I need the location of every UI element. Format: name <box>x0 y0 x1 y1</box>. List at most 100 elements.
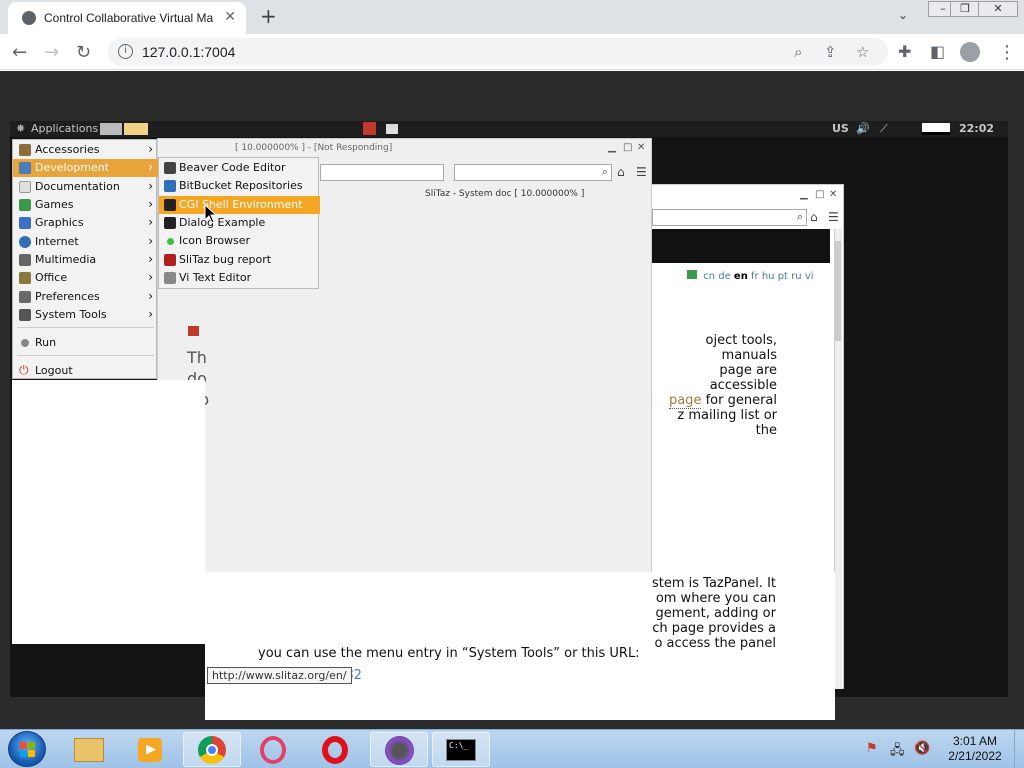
bookmarks-icon[interactable]: ☰ <box>828 210 839 224</box>
volume-muted-icon[interactable]: 🔇 <box>914 741 930 756</box>
submenu-item-icon-browser[interactable]: Icon Browser <box>159 232 320 250</box>
submenu-item-beaver[interactable]: Beaver Code Editor <box>159 159 320 177</box>
chrome-menu-icon[interactable]: ⋮ <box>998 42 1016 63</box>
volume-icon[interactable]: 🔊 <box>856 122 870 135</box>
folder-icon <box>74 738 104 762</box>
scrollbar-thumb[interactable] <box>835 241 841 341</box>
tazpanel-icon[interactable] <box>363 122 376 135</box>
menu-item-run[interactable]: Run <box>13 334 158 352</box>
home-icon[interactable]: ⌂ <box>810 210 818 224</box>
window-list-icon[interactable] <box>386 124 398 134</box>
share-icon[interactable]: ⇪ <box>824 43 837 61</box>
profile-avatar[interactable] <box>960 42 980 62</box>
lang-pt[interactable]: pt <box>778 271 788 282</box>
workspace-1[interactable] <box>100 123 122 135</box>
menu-item-preferences[interactable]: Preferences › <box>13 288 158 306</box>
search-icon[interactable]: ⌕ <box>602 165 608 179</box>
development-icon <box>19 162 31 174</box>
taskbar-chrome[interactable] <box>183 732 241 767</box>
vnc-viewer-icon <box>385 736 414 765</box>
minimize-icon[interactable]: ▁ <box>800 189 808 200</box>
submenu-item-bitbucket[interactable]: BitBucket Repositories <box>159 177 320 195</box>
taskbar-opera-gx[interactable] <box>246 732 304 767</box>
maximize-icon[interactable]: □ <box>815 189 824 200</box>
lang-en[interactable]: en <box>734 271 748 282</box>
address-bar[interactable]: i 127.0.0.1:7004 ⌕ ⇪ ☆ <box>108 38 888 66</box>
taskbar-command-prompt[interactable]: C:\_ <box>432 732 490 767</box>
bookmarks-icon[interactable]: ☰ <box>636 165 647 179</box>
lang-hu[interactable]: hu <box>762 271 775 282</box>
menu-item-graphics[interactable]: Graphics › <box>13 214 158 232</box>
forward-arrow-icon[interactable]: → <box>44 42 59 63</box>
doc-content-area: stem is TazPanel. It om where you can ge… <box>205 572 835 720</box>
close-tab-icon[interactable]: ✕ <box>224 9 236 25</box>
lang-cn[interactable]: cn <box>703 271 715 282</box>
submenu-item-cgi-shell[interactable]: CGI Shell Environment <box>159 196 320 214</box>
media-player-icon: ▶ <box>138 738 162 762</box>
lang-vi[interactable]: vi <box>805 271 814 282</box>
close-icon[interactable]: ✕ <box>829 189 837 200</box>
browser-toolbar: ← → ↻ i 127.0.0.1:7004 ⌕ ⇪ ☆ ✚ ◧ ⋮ <box>0 34 1024 70</box>
menu-item-internet[interactable]: Internet › <box>13 233 158 251</box>
back-arrow-icon[interactable]: ← <box>12 42 27 63</box>
search-field[interactable]: ⌕ <box>454 164 612 181</box>
lang-ru[interactable]: ru <box>791 271 801 282</box>
close-icon[interactable]: ✕ <box>637 142 645 153</box>
menu-item-multimedia[interactable]: Multimedia › <box>13 251 158 269</box>
keyboard-layout[interactable]: US <box>832 122 849 135</box>
doc-paragraph-2-last: you can use the menu entry in “System To… <box>258 646 640 661</box>
desktop-top-panel: ✸ Applications US 🔊 ⟋ 22:02 <box>10 121 1008 137</box>
site-info-icon[interactable]: i <box>118 44 133 59</box>
applications-menu-button[interactable]: Applications <box>31 122 98 135</box>
submenu-item-vi-editor[interactable]: Vi Text Editor <box>159 269 320 287</box>
action-center-flag-icon[interactable]: ⚑ <box>866 741 878 756</box>
doc-link[interactable]: page <box>668 393 702 409</box>
menu-item-office[interactable]: Office › <box>13 269 158 287</box>
development-submenu: Beaver Code Editor BitBucket Repositorie… <box>158 157 320 289</box>
network-icon[interactable]: ⟋ <box>880 122 888 136</box>
lang-de[interactable]: de <box>718 271 731 282</box>
extensions-puzzle-icon[interactable]: ✚ <box>898 42 911 61</box>
new-tab-button[interactable]: + <box>260 4 277 28</box>
taskbar-file-explorer[interactable] <box>60 732 118 767</box>
menu-separator <box>17 355 154 356</box>
side-panel-icon[interactable]: ◧ <box>930 42 945 61</box>
windows-taskbar: ▶ C:\_ ⚑ 🖧 🔇 3:01 AM 2/21/2022 <box>0 729 1024 768</box>
show-desktop-button[interactable] <box>1014 730 1024 768</box>
accessories-icon <box>19 144 31 156</box>
menu-item-system-tools[interactable]: System Tools › <box>13 306 158 324</box>
maximize-icon[interactable]: □ <box>623 142 632 153</box>
start-button[interactable] <box>8 731 46 767</box>
submenu-item-dialog-example[interactable]: Dialog Example <box>159 214 320 232</box>
workspace-2[interactable] <box>124 123 148 135</box>
taskbar-media-player[interactable]: ▶ <box>120 732 178 767</box>
network-tray-icon[interactable]: 🖧 <box>890 741 905 763</box>
documentation-icon <box>19 181 31 193</box>
internet-globe-icon <box>19 236 31 248</box>
menu-item-games[interactable]: Games › <box>13 196 158 214</box>
browser-tab[interactable]: Control Collaborative Virtual Ma ✕ <box>8 2 246 34</box>
submenu-item-bug-report[interactable]: SliTaz bug report <box>159 251 320 269</box>
tab-search-chevron-icon[interactable]: ⌄ <box>898 8 908 22</box>
office-icon <box>19 272 31 284</box>
doc-paragraph-1: oject tools, manuals page are accessible… <box>668 333 777 438</box>
bookmark-star-icon[interactable]: ☆ <box>856 43 869 61</box>
search-icon[interactable]: ⌕ <box>797 210 803 224</box>
reload-icon[interactable]: ↻ <box>76 42 91 63</box>
taskbar-opera[interactable] <box>308 732 366 767</box>
search-field[interactable]: ⌕ <box>652 209 807 226</box>
menu-item-logout[interactable]: ⏻ Logout <box>13 362 158 380</box>
menu-item-accessories[interactable]: Accessories › <box>13 141 158 159</box>
window-close-button[interactable]: ✕ <box>978 1 1018 17</box>
lang-fr[interactable]: fr <box>751 271 759 282</box>
minimize-icon[interactable]: ▁ <box>608 142 616 153</box>
menu-item-documentation[interactable]: Documentation › <box>13 178 158 196</box>
system-clock[interactable]: 3:01 AM 2/21/2022 <box>940 734 1010 764</box>
zoom-icon[interactable]: ⌕ <box>794 43 802 61</box>
slitaz-logo-icon[interactable]: ✸ <box>16 122 25 135</box>
taskbar-vnc-viewer[interactable] <box>370 732 428 767</box>
restore-button[interactable]: ❐ <box>950 1 980 17</box>
address-field[interactable] <box>320 164 444 181</box>
home-icon[interactable]: ⌂ <box>617 165 625 179</box>
menu-item-development[interactable]: Development › <box>13 159 158 177</box>
